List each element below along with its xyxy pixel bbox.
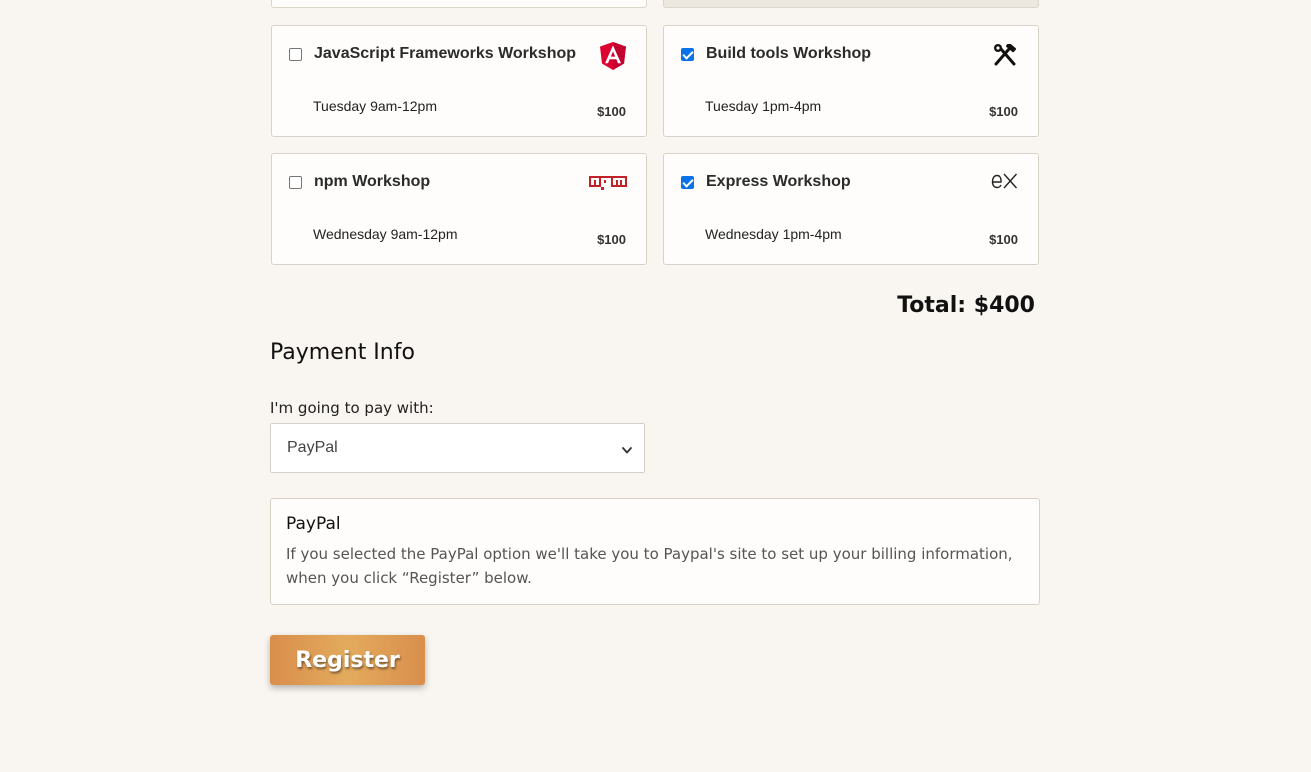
chevron-down-icon — [621, 441, 633, 460]
payment-info-heading: Payment Info — [270, 340, 415, 365]
paypal-info-text: If you selected the PayPal option we'll … — [286, 545, 1013, 587]
workshop-time: Tuesday 9am-12pm — [313, 98, 437, 114]
hammer-wrench-icon — [992, 42, 1018, 71]
workshop-name: Express Workshop — [706, 173, 851, 190]
workshop-name: JavaScript Frameworks Workshop — [314, 45, 577, 62]
paypal-info-title: PayPal — [286, 514, 341, 534]
workshop-price: $100 — [597, 232, 626, 247]
workshop-card-js-frameworks[interactable]: JavaScript Frameworks Workshop Tuesday 9… — [271, 25, 647, 137]
workshop-price: $100 — [989, 104, 1018, 119]
payment-method-select[interactable]: PayPal — [270, 423, 645, 473]
workshop-card-partial[interactable] — [663, 0, 1039, 8]
workshop-time: Tuesday 1pm-4pm — [705, 98, 822, 114]
workshop-name: Build tools Workshop — [706, 45, 872, 62]
workshop-card-express[interactable]: Express Workshop Wednesday 1pm-4pm $100 — [663, 153, 1039, 265]
payment-method-selected: PayPal — [287, 439, 338, 456]
workshop-checkbox[interactable] — [289, 48, 302, 61]
workshop-name: npm Workshop — [314, 173, 431, 190]
register-button[interactable]: Register — [270, 635, 425, 685]
workshop-checkbox[interactable] — [681, 176, 694, 189]
workshop-price: $100 — [597, 104, 626, 119]
workshop-time: Wednesday 9am-12pm — [313, 226, 458, 242]
workshop-card-build-tools[interactable]: Build tools Workshop Tuesday 1pm-4pm $10… — [663, 25, 1039, 137]
workshop-checkbox[interactable] — [681, 48, 694, 61]
total-cost: Total: $400 — [897, 293, 1035, 318]
workshop-card-partial[interactable] — [271, 0, 647, 8]
workshop-price: $100 — [989, 232, 1018, 247]
angular-icon — [600, 42, 626, 75]
express-icon — [991, 172, 1018, 195]
registration-page: JavaScript Frameworks Workshop Tuesday 9… — [0, 0, 1311, 772]
workshop-card-npm[interactable]: npm Workshop Wednesday 9am-12pm $100 — [271, 153, 647, 265]
workshop-checkbox[interactable] — [289, 176, 302, 189]
npm-icon — [589, 176, 627, 195]
payment-method-label: I'm going to pay with: — [270, 399, 434, 417]
paypal-info-box: PayPal If you selected the PayPal option… — [270, 498, 1040, 605]
workshop-time: Wednesday 1pm-4pm — [705, 226, 842, 242]
